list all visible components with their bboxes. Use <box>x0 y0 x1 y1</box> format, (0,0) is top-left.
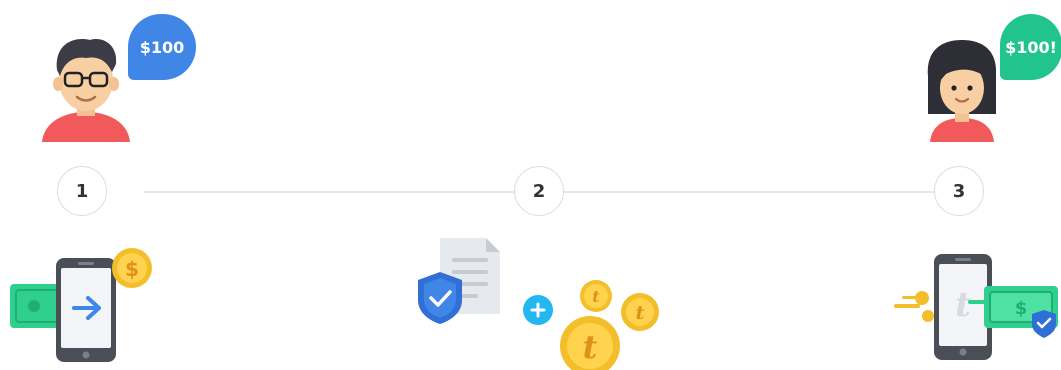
document-shield-icon <box>418 238 500 324</box>
step-3-number: 3 <box>952 180 966 202</box>
recipient-speech-bubble: $100! <box>1000 14 1061 80</box>
sender-bubble-text: $100 <box>139 37 185 57</box>
recipient-bubble-text: $100! <box>1005 37 1057 57</box>
svg-text:t: t <box>636 302 645 324</box>
step-2-number: 2 <box>532 180 546 202</box>
svg-text:t: t <box>583 328 598 366</box>
step-1-number: 1 <box>75 180 89 202</box>
dollar-coin-icon: $ <box>112 248 152 288</box>
svg-text:$: $ <box>1015 298 1028 319</box>
plus-icon <box>523 295 553 325</box>
t-coins-icon: t t t <box>560 280 659 370</box>
step-3-marker: 3 <box>934 166 984 216</box>
step-1-marker: 1 <box>57 166 107 216</box>
svg-text:t: t <box>955 285 971 325</box>
connector-line-2-3 <box>564 191 934 193</box>
phone-receive-money-icon: t $ <box>894 254 1058 360</box>
woman-avatar <box>927 40 997 142</box>
sender-speech-bubble: $100 <box>128 14 196 80</box>
svg-text:t: t <box>592 287 600 306</box>
man-avatar <box>42 39 130 142</box>
step-2-marker: 2 <box>514 166 564 216</box>
svg-text:$: $ <box>125 257 139 281</box>
connector-line-1-2 <box>144 191 514 193</box>
